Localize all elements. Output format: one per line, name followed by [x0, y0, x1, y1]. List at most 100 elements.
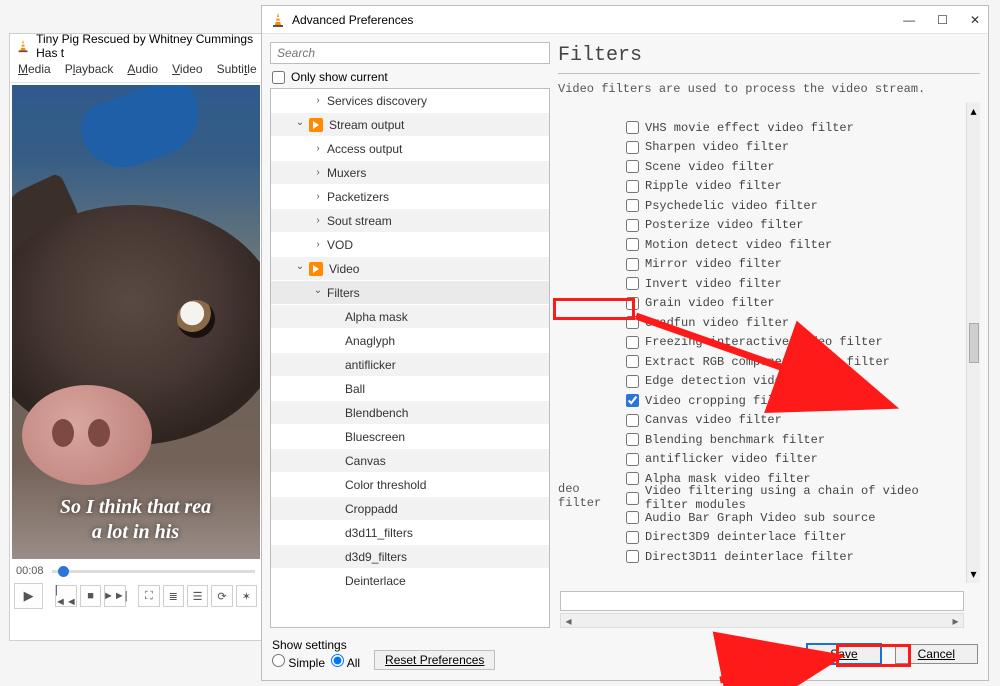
tree-item-antiflicker[interactable]: antiflicker — [271, 353, 549, 377]
filter-checkbox[interactable] — [626, 472, 639, 485]
prev-button[interactable]: |◄◄ — [55, 585, 77, 607]
cancel-button[interactable]: Cancel — [895, 644, 978, 664]
filter-checkbox[interactable] — [626, 160, 639, 173]
filter-checkbox-row[interactable]: Video filtering using a chain of video f… — [626, 489, 960, 509]
filter-checkbox[interactable] — [626, 550, 639, 563]
filter-checkbox-row[interactable]: Gradfun video filter — [626, 313, 960, 333]
chevron-icon[interactable]: › — [311, 215, 325, 226]
filter-checkbox[interactable] — [626, 336, 639, 349]
filter-checkbox[interactable] — [626, 492, 639, 505]
play-button[interactable]: ▶ — [14, 583, 43, 609]
only-show-current[interactable]: Only show current — [270, 64, 550, 88]
tree-item-packetizers[interactable]: ›Packetizers — [271, 185, 549, 209]
filter-checkbox-row[interactable]: Posterize video filter — [626, 216, 960, 236]
filter-checkbox-row[interactable]: Sharpen video filter — [626, 138, 960, 158]
filter-checkbox[interactable] — [626, 531, 639, 544]
vertical-scrollbar[interactable]: ▴ ▾ — [966, 102, 980, 583]
filter-checkbox-row[interactable]: Canvas video filter — [626, 411, 960, 431]
loop-button[interactable]: ⟳ — [211, 585, 232, 607]
filter-checkbox-row[interactable]: antiflicker video filter — [626, 450, 960, 470]
filter-checkbox[interactable] — [626, 199, 639, 212]
chevron-icon[interactable]: ⌄ — [293, 261, 307, 272]
menu-media[interactable]: Media — [18, 62, 51, 76]
close-button[interactable]: ✕ — [970, 13, 980, 27]
seek-track[interactable] — [52, 566, 255, 576]
chevron-icon[interactable]: › — [311, 167, 325, 178]
filter-checkbox-row[interactable]: Psychedelic video filter — [626, 196, 960, 216]
maximize-button[interactable]: ☐ — [937, 13, 948, 27]
filter-checkbox[interactable] — [626, 316, 639, 329]
filter-checkbox-row[interactable]: VHS movie effect video filter — [626, 118, 960, 138]
chevron-icon[interactable]: › — [311, 143, 325, 154]
filter-checkbox[interactable] — [626, 453, 639, 466]
shuffle-button[interactable]: ✶ — [236, 585, 257, 607]
filter-checkbox-row[interactable]: Extract RGB component video filter — [626, 352, 960, 372]
tree-item-ball[interactable]: Ball — [271, 377, 549, 401]
search-input[interactable] — [270, 42, 550, 64]
vlc-video-area[interactable]: So I think that rea a lot in his — [12, 85, 260, 559]
minimize-button[interactable]: — — [903, 13, 915, 27]
tree-item-deinterlace[interactable]: Deinterlace — [271, 569, 549, 593]
filter-checkbox-row[interactable]: Direct3D9 deinterlace filter — [626, 528, 960, 548]
filter-checkbox-row[interactable]: Edge detection video filter — [626, 372, 960, 392]
tree-item-blendbench[interactable]: Blendbench — [271, 401, 549, 425]
filter-checkbox-row[interactable]: Freezing interactive video filter — [626, 333, 960, 353]
next-button[interactable]: ►►| — [104, 585, 126, 607]
scroll-right-icon[interactable]: ▸ — [948, 614, 963, 628]
filter-checkbox[interactable] — [626, 414, 639, 427]
filter-checkbox-row[interactable]: Grain video filter — [626, 294, 960, 314]
filter-checkbox[interactable] — [626, 121, 639, 134]
save-button[interactable]: Save — [807, 644, 880, 664]
scroll-down-icon[interactable]: ▾ — [970, 567, 976, 581]
stop-button[interactable]: ■ — [80, 585, 101, 607]
scroll-left-icon[interactable]: ◂ — [561, 614, 576, 628]
tree-item-d3d9-filters[interactable]: d3d9_filters — [271, 545, 549, 569]
menu-playback[interactable]: Playback — [65, 62, 114, 76]
tree-item-color-threshold[interactable]: Color threshold — [271, 473, 549, 497]
filter-checkbox[interactable] — [626, 355, 639, 368]
filter-checkbox[interactable] — [626, 141, 639, 154]
chevron-icon[interactable]: › — [311, 239, 325, 250]
horizontal-scrollbar[interactable]: ◂ ▸ — [560, 613, 964, 628]
reset-preferences-button[interactable]: Reset Preferences — [374, 650, 495, 670]
scroll-up-icon[interactable]: ▴ — [970, 104, 976, 118]
tree-item-d3d11-filters[interactable]: d3d11_filters — [271, 521, 549, 545]
filter-checkbox-row[interactable]: Ripple video filter — [626, 177, 960, 197]
filter-checkbox[interactable] — [626, 258, 639, 271]
tree-item-canvas[interactable]: Canvas — [271, 449, 549, 473]
tree-item-alpha-mask[interactable]: Alpha mask — [271, 305, 549, 329]
filter-checkbox-row[interactable]: Invert video filter — [626, 274, 960, 294]
tree-item-anaglyph[interactable]: Anaglyph — [271, 329, 549, 353]
filter-checkbox[interactable] — [626, 511, 639, 524]
filter-checkbox[interactable] — [626, 238, 639, 251]
extended-button[interactable]: ≣ — [163, 585, 184, 607]
filter-checkbox-row[interactable]: Mirror video filter — [626, 255, 960, 275]
filter-checkbox[interactable] — [626, 180, 639, 193]
filter-checkbox[interactable] — [626, 433, 639, 446]
filter-checkbox[interactable] — [626, 394, 639, 407]
only-show-checkbox[interactable] — [272, 71, 285, 84]
filter-checkbox-row[interactable]: Video cropping filter — [626, 391, 960, 411]
tree-item-services-discovery[interactable]: ›Services discovery — [271, 89, 549, 113]
filter-checkbox[interactable] — [626, 297, 639, 310]
chevron-icon[interactable]: › — [311, 191, 325, 202]
filter-checkbox[interactable] — [626, 219, 639, 232]
menu-audio[interactable]: Audio — [127, 62, 158, 76]
menu-video[interactable]: Video — [172, 62, 202, 76]
filter-checkbox-row[interactable]: Scene video filter — [626, 157, 960, 177]
tree-item-vod[interactable]: ›VOD — [271, 233, 549, 257]
tree-item-video[interactable]: ⌄Video — [271, 257, 549, 281]
show-all-radio[interactable]: All — [331, 654, 360, 670]
playlist-button[interactable]: ☰ — [187, 585, 208, 607]
tree-item-croppadd[interactable]: Croppadd — [271, 497, 549, 521]
menu-subtitle[interactable]: Subtitle — [217, 62, 257, 76]
tree-item-filters[interactable]: ⌄Filters — [271, 281, 549, 305]
filter-text-field[interactable] — [560, 591, 964, 611]
tree-item-stream-output[interactable]: ⌄Stream output — [271, 113, 549, 137]
tree-item-access-output[interactable]: ›Access output — [271, 137, 549, 161]
filter-checkbox-row[interactable]: Blending benchmark filter — [626, 430, 960, 450]
chevron-icon[interactable]: ⌄ — [293, 117, 307, 128]
show-simple-radio[interactable]: Simple — [272, 654, 325, 670]
chevron-icon[interactable]: › — [311, 95, 325, 106]
filter-checkbox-row[interactable]: Motion detect video filter — [626, 235, 960, 255]
